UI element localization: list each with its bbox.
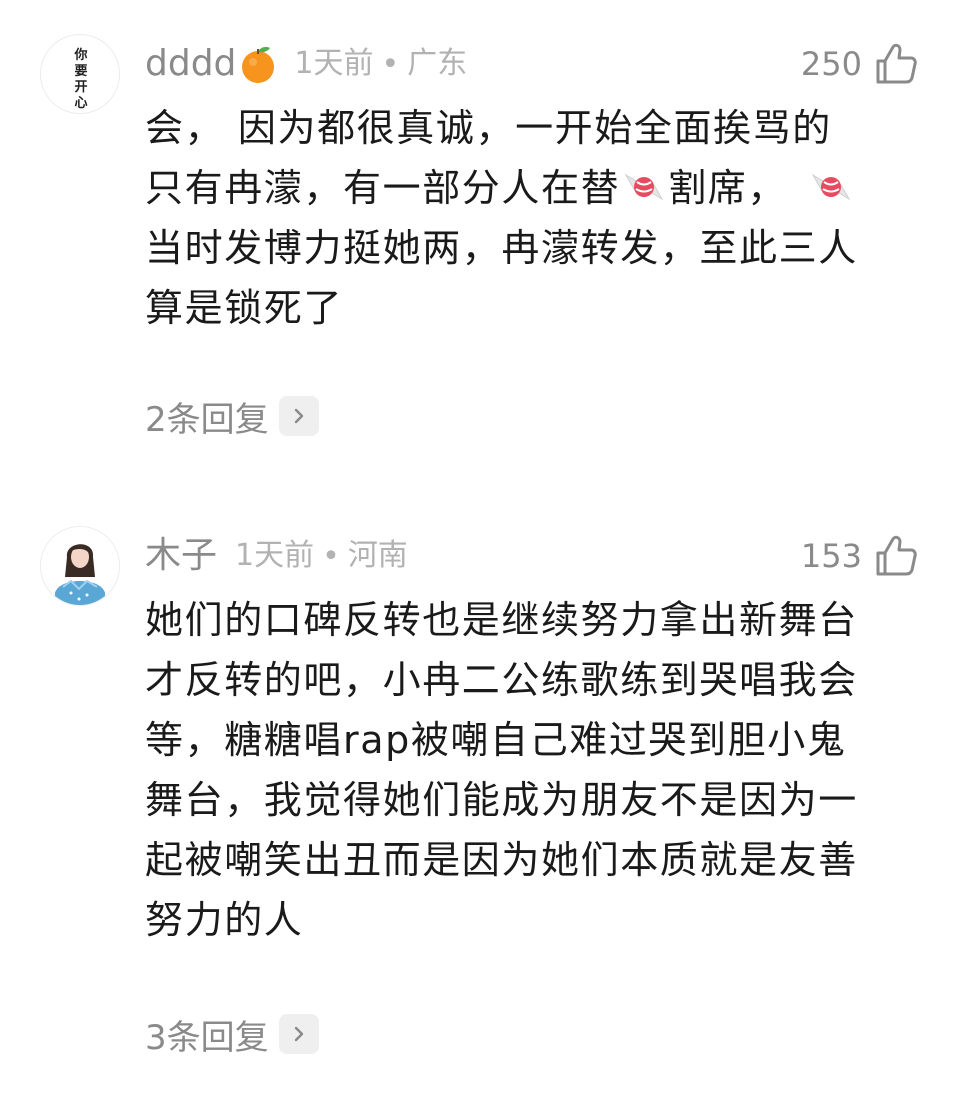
svg-text:心: 心 bbox=[74, 96, 87, 111]
view-replies-button[interactable]: 3条回复 bbox=[145, 1009, 319, 1059]
comment-line: 舞台，我觉得她们能成为朋友不是因为一 bbox=[145, 778, 858, 822]
comment-line: 才反转的吧，小冉二公练歌练到哭唱我会 bbox=[145, 658, 858, 702]
comment-location: 广东 bbox=[407, 46, 468, 81]
comment-text: 会， 因为都很真诚，一开始全面挨骂的 只有冉濛，有一部分人在替 割席， 当时发博… bbox=[145, 98, 925, 338]
tangerine-emoji-icon bbox=[242, 47, 275, 83]
comment-line: 会， 因为都很真诚，一开始全面挨骂的 bbox=[145, 106, 832, 150]
svg-text:开: 开 bbox=[74, 80, 87, 95]
separator-dot: • bbox=[322, 538, 340, 574]
chevron-right-icon bbox=[278, 1014, 319, 1054]
thumbs-up-icon bbox=[876, 535, 917, 576]
svg-text:你: 你 bbox=[73, 47, 87, 63]
username[interactable]: 木子 bbox=[145, 526, 217, 586]
separator-dot: • bbox=[381, 46, 400, 82]
avatar-illustration bbox=[41, 527, 119, 605]
comment-line: 只有冉濛，有一部分人在替 割席， bbox=[145, 158, 925, 218]
like-button[interactable]: 153 bbox=[801, 526, 918, 586]
comment-text: 她们的口碑反转也是继续努力拿出新舞台 才反转的吧，小冉二公练歌练到哭唱我会 等，… bbox=[145, 590, 925, 950]
comment-location: 河南 bbox=[347, 538, 408, 573]
replies-count: 3条回复 bbox=[145, 1017, 269, 1058]
comment-item: 木子 1天前 • 河南 153 她们的口碑反转也是继续努力拿出新舞台 才反转的吧… bbox=[0, 526, 960, 1086]
replies-count: 2条回复 bbox=[145, 399, 269, 440]
comment-line: 当时发博力挺她两，冉濛转发，至此三人 bbox=[145, 226, 858, 270]
candy-emoji-icon bbox=[624, 173, 664, 201]
comment-time: 1天前 bbox=[294, 46, 374, 81]
view-replies-button[interactable]: 2条回复 bbox=[145, 391, 319, 441]
like-count: 153 bbox=[800, 537, 862, 575]
comment-line: 起被嘲笑出丑而是因为她们本质就是友善 bbox=[145, 838, 858, 882]
thumbs-up-icon bbox=[876, 43, 917, 84]
comment-line: 努力的人 bbox=[145, 898, 304, 942]
like-count: 250 bbox=[800, 45, 862, 83]
comment-list: 你 要 开 心 dddd 1天前 • 广东 250 会， 因为都很真诚，一开始全… bbox=[0, 0, 960, 1116]
comment-item: 你 要 开 心 dddd 1天前 • 广东 250 会， 因为都很真诚，一开始全… bbox=[0, 34, 960, 454]
username[interactable]: dddd bbox=[145, 34, 236, 94]
comment-line: 她们的口碑反转也是继续努力拿出新舞台 bbox=[145, 598, 858, 642]
comment-meta: dddd 1天前 • 广东 bbox=[145, 34, 645, 94]
chevron-right-icon bbox=[278, 396, 319, 436]
avatar[interactable]: 你 要 开 心 bbox=[40, 34, 120, 114]
svg-text:要: 要 bbox=[74, 64, 87, 79]
comment-line: 算是锁死了 bbox=[145, 286, 344, 330]
avatar[interactable] bbox=[40, 526, 120, 606]
like-button[interactable]: 250 bbox=[801, 34, 918, 94]
comment-line: 等，糖糖唱rap被嘲自己难过哭到胆小鬼 bbox=[145, 718, 847, 762]
candy-emoji-icon bbox=[811, 173, 851, 201]
avatar-text-graphic: 你 要 开 心 bbox=[73, 47, 87, 111]
comment-time: 1天前 bbox=[235, 538, 315, 573]
comment-meta: 木子 1天前 • 河南 bbox=[145, 526, 645, 586]
